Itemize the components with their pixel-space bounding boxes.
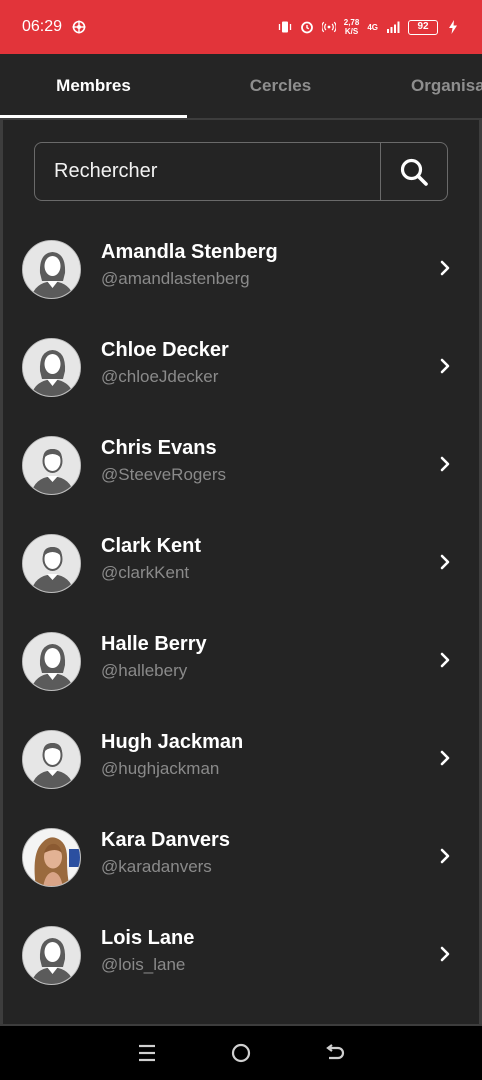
member-name: Kara Danvers <box>101 829 230 851</box>
network-speed: 2,78 K/S <box>344 18 360 36</box>
male-default-avatar-icon <box>22 436 81 495</box>
member-name: Amandla Stenberg <box>101 241 278 263</box>
member-row[interactable]: Amandla Stenberg @amandlastenberg <box>3 230 479 328</box>
female-default-avatar-icon <box>22 632 81 691</box>
member-name: Hugh Jackman <box>101 731 244 753</box>
photo-avatar <box>22 828 81 887</box>
search-button[interactable] <box>380 143 447 200</box>
member-handle: @hughjackman <box>101 759 220 778</box>
home-icon[interactable] <box>230 1042 252 1064</box>
tab-cercles[interactable]: Cercles <box>187 54 374 118</box>
member-handle: @karadanvers <box>101 857 212 876</box>
chevron-right-icon <box>440 554 450 570</box>
vpn-icon <box>72 20 86 34</box>
battery-icon: 92 <box>408 19 438 35</box>
member-handle: @lois_lane <box>101 955 186 974</box>
member-name: Chloe Decker <box>101 339 229 361</box>
male-default-avatar-icon <box>22 534 81 593</box>
hotspot-icon <box>321 21 336 33</box>
female-default-avatar-icon <box>22 240 81 299</box>
vibrate-icon <box>278 21 291 33</box>
member-row[interactable]: Chris Evans @SteeveRogers <box>3 426 479 524</box>
members-panel: Amandla Stenberg @amandlastenberg Chloe … <box>0 118 482 1026</box>
member-row[interactable]: Lois Lane @lois_lane <box>3 916 479 1014</box>
search-icon <box>400 158 428 186</box>
tab-membres[interactable]: Membres <box>0 54 187 118</box>
member-row[interactable]: Halle Berry @hallebery <box>3 622 479 720</box>
member-row[interactable]: Kara Danvers @karadanvers <box>3 818 479 916</box>
network-type-label: 4G <box>367 22 378 32</box>
member-row[interactable]: Hugh Jackman @hughjackman <box>3 720 479 818</box>
member-handle: @hallebery <box>101 661 188 680</box>
network-speed-value: 2,78 <box>343 18 360 27</box>
search-input[interactable] <box>35 143 380 200</box>
status-time: 06:29 <box>22 18 63 35</box>
member-handle: @clarkKent <box>101 563 190 582</box>
chevron-right-icon <box>440 750 450 766</box>
signal-icon <box>387 21 400 33</box>
network-type: 4G <box>367 23 378 32</box>
member-handle: @chloeJdecker <box>101 367 219 386</box>
male-default-avatar-icon <box>22 730 81 789</box>
member-name: Halle Berry <box>101 633 207 655</box>
network-speed-unit: K/S <box>344 27 359 36</box>
chevron-right-icon <box>440 652 450 668</box>
tab-label: Membres <box>56 76 131 95</box>
status-bar: 06:29 2,78 K/S 4G 92 <box>0 0 482 54</box>
member-row[interactable]: Clark Kent @clarkKent <box>3 524 479 622</box>
system-navigation-bar <box>0 1026 482 1080</box>
chevron-right-icon <box>440 946 450 962</box>
recent-apps-icon[interactable] <box>136 1043 158 1063</box>
charging-icon <box>449 20 457 34</box>
member-handle: @amandlastenberg <box>101 269 250 288</box>
tab-label: Cercles <box>249 76 312 95</box>
female-default-avatar-icon <box>22 338 81 397</box>
chevron-right-icon <box>440 848 450 864</box>
member-row-partial[interactable] <box>3 1014 479 1024</box>
search-bar <box>34 142 448 201</box>
chevron-right-icon <box>440 358 450 374</box>
back-icon[interactable] <box>324 1042 346 1064</box>
member-list: Amandla Stenberg @amandlastenberg Chloe … <box>3 230 479 1024</box>
member-row[interactable]: Chloe Decker @chloeJdecker <box>3 328 479 426</box>
member-name: Chris Evans <box>101 437 217 459</box>
chevron-right-icon <box>440 260 450 276</box>
tab-organisations[interactable]: Organisa <box>374 54 482 118</box>
member-handle: @SteeveRogers <box>101 465 226 484</box>
member-name: Lois Lane <box>101 927 195 949</box>
member-name: Clark Kent <box>101 535 202 557</box>
female-default-avatar-icon <box>22 926 81 985</box>
tab-label: Organisa <box>411 76 482 95</box>
tab-bar: Membres Cercles Organisa <box>0 54 482 118</box>
chevron-right-icon <box>440 456 450 472</box>
alarm-icon <box>300 21 313 34</box>
